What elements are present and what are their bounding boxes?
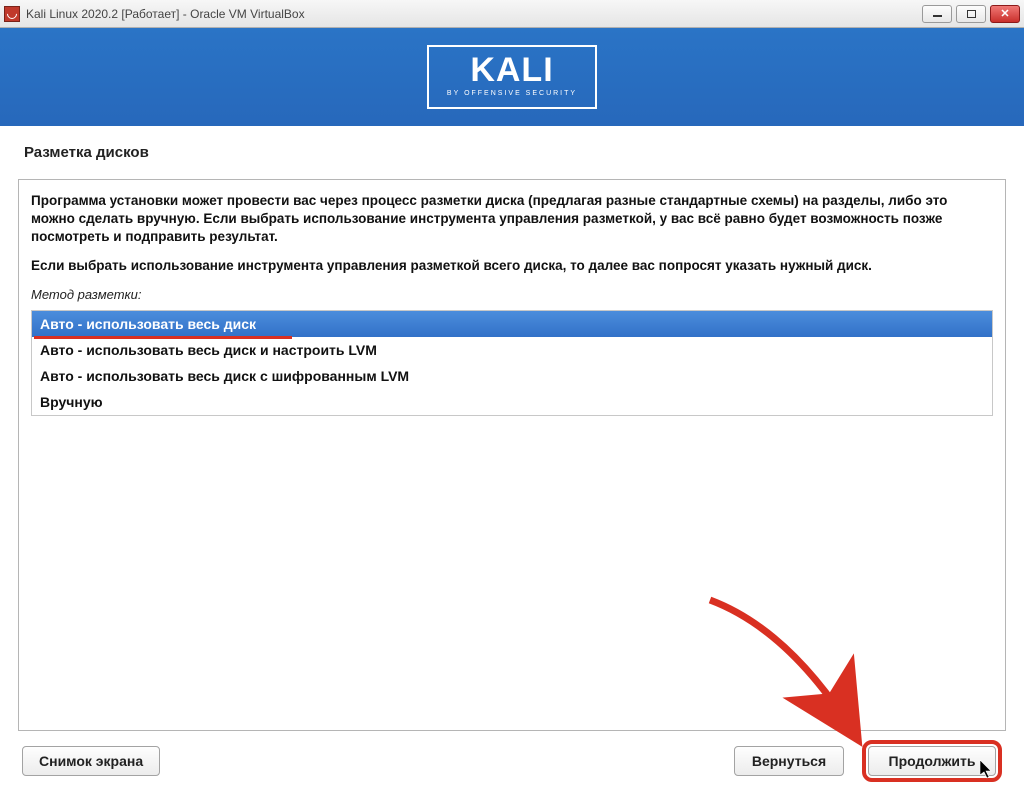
description-text: Программа установки может провести вас ч…: [31, 192, 993, 275]
option-use-entire-disk[interactable]: Авто - использовать весь диск: [32, 311, 992, 337]
minimize-button[interactable]: [922, 5, 952, 23]
method-label: Метод разметки:: [31, 287, 993, 302]
description-p2: Если выбрать использование инструмента у…: [31, 257, 993, 275]
option-manual[interactable]: Вручную: [32, 389, 992, 415]
footer-buttons: Снимок экрана Вернуться Продолжить: [0, 740, 1024, 782]
screenshot-button[interactable]: Снимок экрана: [22, 746, 160, 776]
continue-button[interactable]: Продолжить: [868, 746, 996, 776]
maximize-button[interactable]: [956, 5, 986, 23]
continue-highlight: Продолжить: [862, 740, 1002, 782]
page-title: Разметка дисков: [0, 126, 1024, 171]
virtualbox-icon: [4, 6, 20, 22]
banner: KALI BY OFFENSIVE SECURITY: [0, 28, 1024, 126]
description-p1: Программа установки может провести вас ч…: [31, 192, 993, 247]
window-title: Kali Linux 2020.2 [Работает] - Oracle VM…: [26, 7, 922, 21]
window-controls: ✕: [922, 5, 1020, 23]
kali-logo: KALI BY OFFENSIVE SECURITY: [427, 45, 597, 109]
back-button[interactable]: Вернуться: [734, 746, 844, 776]
content-panel: Программа установки может провести вас ч…: [18, 179, 1006, 731]
close-button[interactable]: ✕: [990, 5, 1020, 23]
logo-subtitle: BY OFFENSIVE SECURITY: [447, 90, 577, 97]
logo-text: KALI: [447, 53, 577, 87]
option-use-entire-disk-lvm[interactable]: Авто - использовать весь диск и настроит…: [32, 337, 992, 363]
option-use-entire-disk-encrypted-lvm[interactable]: Авто - использовать весь диск с шифрован…: [32, 363, 992, 389]
window-titlebar: Kali Linux 2020.2 [Работает] - Oracle VM…: [0, 0, 1024, 28]
partition-method-list[interactable]: Авто - использовать весь диск Авто - исп…: [31, 310, 993, 416]
